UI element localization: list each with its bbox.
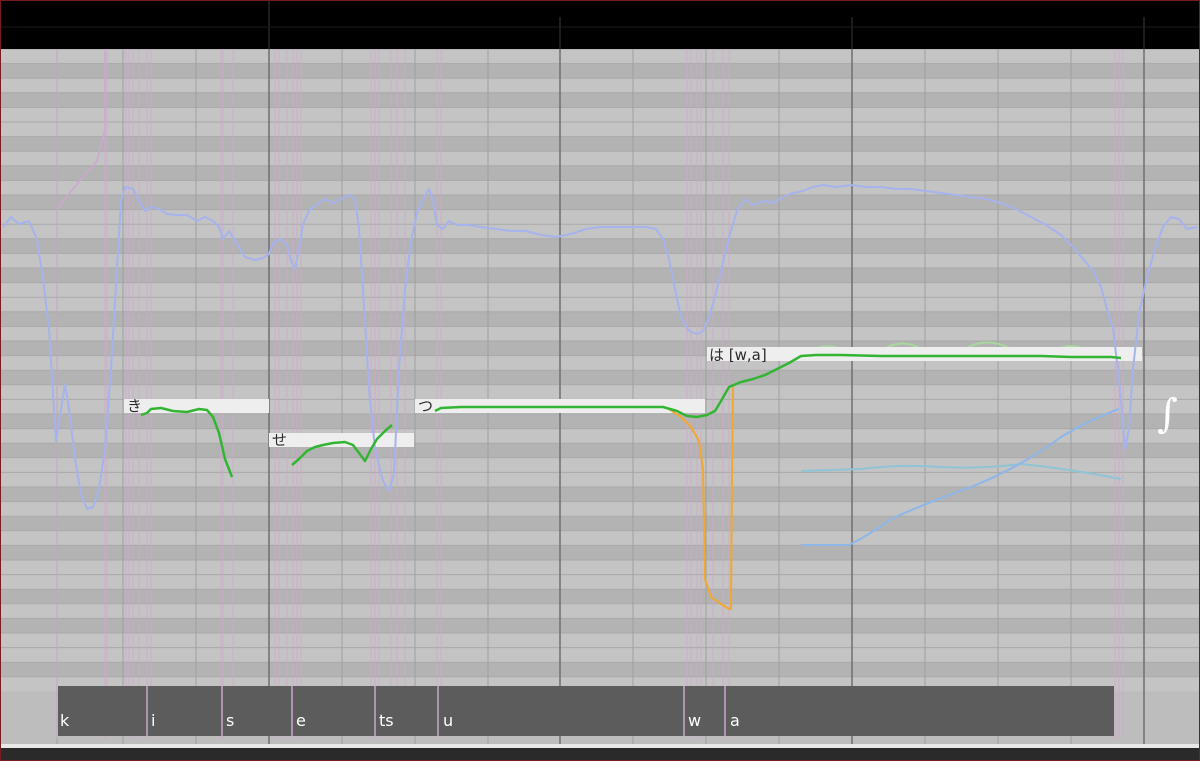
pitch-row bbox=[1, 195, 1199, 210]
note-lyric: き bbox=[127, 397, 142, 415]
pitch-row bbox=[1, 370, 1199, 385]
phoneme-k: k bbox=[60, 711, 70, 730]
phoneme-u: u bbox=[443, 711, 453, 730]
pitch-row bbox=[1, 282, 1199, 298]
pitch-row bbox=[1, 63, 1199, 79]
pitch-row bbox=[1, 297, 1199, 312]
pitch-row bbox=[1, 545, 1199, 560]
note-se[interactable]: せ bbox=[269, 431, 414, 449]
pitch-row bbox=[1, 530, 1199, 546]
pitch-row bbox=[1, 78, 1199, 93]
pitch-row bbox=[1, 414, 1199, 429]
note-lyric: つ bbox=[418, 397, 433, 415]
pitch-row bbox=[1, 560, 1199, 575]
horizontal-scrollbar[interactable] bbox=[1, 744, 1200, 748]
vocal-editor: k i s e ts u w a き せ つ は [w,a] ∫ bbox=[0, 0, 1200, 761]
pitch-row bbox=[1, 268, 1199, 283]
pitch-row bbox=[1, 180, 1199, 195]
pitch-row bbox=[1, 443, 1199, 458]
note-lyric: は [w,a] bbox=[709, 346, 767, 364]
pitch-row bbox=[1, 501, 1199, 517]
pitch-row bbox=[1, 384, 1199, 400]
pitch-row bbox=[1, 618, 1199, 633]
timeline-header[interactable] bbox=[1, 1, 1199, 49]
phoneme-i: i bbox=[151, 711, 155, 730]
pitch-row bbox=[1, 487, 1199, 502]
phoneme-ts: ts bbox=[379, 711, 394, 730]
pitch-row bbox=[1, 662, 1199, 677]
note-lyric: せ bbox=[272, 431, 287, 449]
pitch-row bbox=[1, 516, 1199, 531]
phoneme-e: e bbox=[296, 711, 306, 730]
pitch-row bbox=[1, 589, 1199, 604]
piano-roll[interactable]: k i s e ts u w a き せ つ は [w,a] ∫ bbox=[1, 48, 1200, 761]
pitch-row bbox=[1, 603, 1199, 619]
phoneme-track[interactable]: k i s e ts u w a bbox=[58, 686, 1114, 736]
pitch-row bbox=[1, 238, 1199, 254]
pitch-row bbox=[1, 472, 1199, 487]
pitch-row bbox=[1, 326, 1199, 341]
pitch-row bbox=[1, 253, 1199, 268]
pitch-row bbox=[1, 165, 1199, 181]
piano-roll-canvas[interactable]: k i s e ts u w a き せ つ は [w,a] ∫ bbox=[1, 48, 1200, 761]
pitch-row bbox=[1, 92, 1199, 108]
pitch-row bbox=[1, 574, 1199, 590]
timeline-ruler bbox=[1, 1, 1199, 49]
pitch-row bbox=[1, 122, 1199, 137]
phoneme-s: s bbox=[226, 711, 234, 730]
pitch-row bbox=[1, 633, 1199, 648]
pitch-row bbox=[1, 647, 1199, 663]
integral-icon[interactable]: ∫ bbox=[1157, 391, 1178, 437]
phoneme-a: a bbox=[730, 711, 740, 730]
pitch-grid bbox=[1, 48, 1199, 744]
pitch-row bbox=[1, 49, 1199, 64]
phoneme-bar[interactable] bbox=[58, 686, 1114, 736]
pitch-row bbox=[1, 136, 1199, 152]
pitch-row bbox=[1, 107, 1199, 122]
pitch-row bbox=[1, 151, 1199, 166]
bottom-strip bbox=[1, 748, 1199, 760]
phoneme-w: w bbox=[688, 711, 701, 730]
pitch-row bbox=[1, 311, 1199, 327]
pitch-row bbox=[1, 428, 1199, 444]
